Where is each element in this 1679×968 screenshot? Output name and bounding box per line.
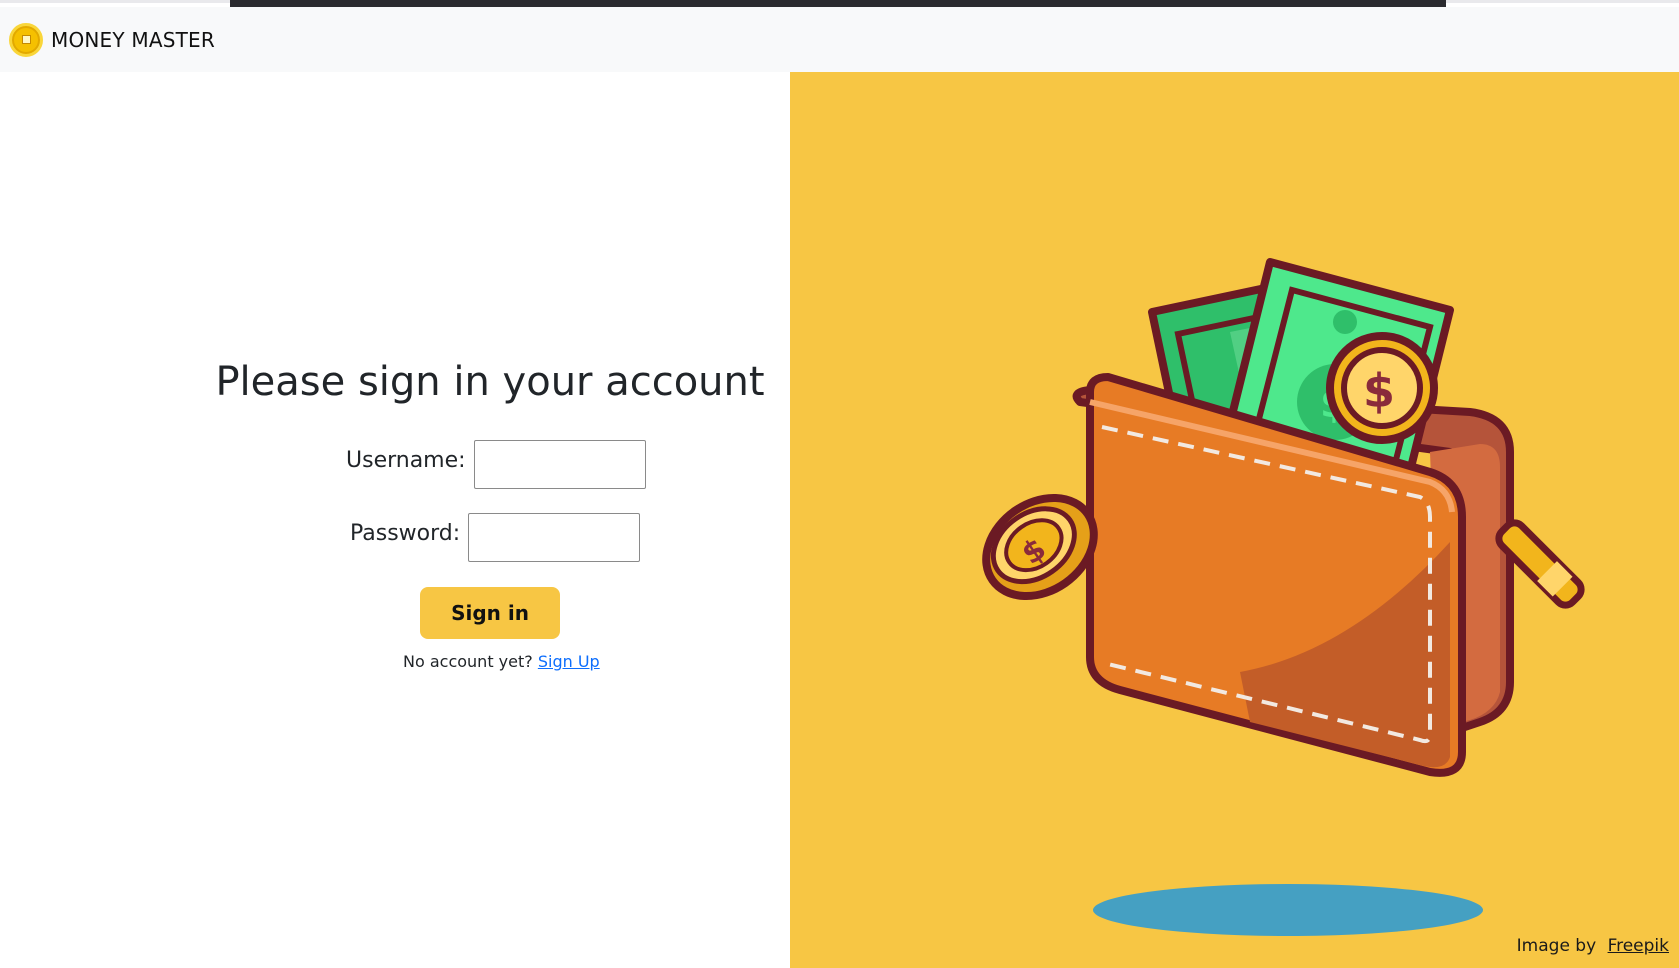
- coin-top-icon: $: [1326, 332, 1438, 444]
- wallet-with-money-illustration: $ $ $: [982, 258, 1585, 936]
- brand-name: MONEY MASTER: [51, 27, 215, 52]
- illustration-pane: $ $ $ Image by Freepik: [790, 72, 1679, 968]
- gold-coin-icon: [9, 22, 43, 57]
- wallet-shadow: [1093, 884, 1483, 936]
- svg-text:$: $: [1363, 364, 1395, 418]
- navbar: MONEY MASTER: [0, 7, 1679, 72]
- username-label: Username:: [346, 448, 466, 473]
- password-input[interactable]: [468, 513, 641, 562]
- no-account-text: No account yet?: [403, 652, 533, 671]
- image-credit: Image by Freepik: [1517, 936, 1669, 956]
- username-row: Username:: [346, 440, 646, 489]
- password-row: Password:: [350, 513, 641, 562]
- username-input[interactable]: [473, 440, 646, 489]
- browser-top-bar: [230, 0, 1446, 7]
- login-pane: Please sign in your account Username: Pa…: [0, 72, 790, 968]
- freepik-link[interactable]: Freepik: [1608, 936, 1669, 956]
- brand-link[interactable]: MONEY MASTER: [9, 22, 215, 57]
- image-credit-prefix: Image by: [1516, 936, 1597, 956]
- sign-up-link[interactable]: Sign Up: [538, 652, 600, 671]
- password-label: Password:: [350, 521, 461, 546]
- sign-in-button[interactable]: Sign in: [420, 587, 560, 639]
- no-account-row: No account yet? Sign Up: [403, 652, 600, 671]
